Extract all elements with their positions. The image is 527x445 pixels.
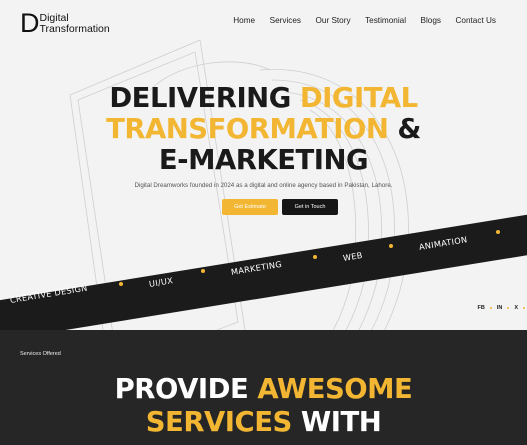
logo-mark: D [20, 8, 39, 38]
services-offered-label: Services Offered [20, 351, 61, 357]
services-title: PROVIDE AWESOME SERVICES WITH [0, 373, 527, 439]
instagram-link[interactable]: IN [497, 305, 503, 311]
nav-services[interactable]: Services [270, 16, 301, 25]
main-nav: Home Services Our Story Testimonial Blog… [219, 16, 496, 25]
services-title-services: SERVICES [145, 406, 293, 438]
nav-home[interactable]: Home [233, 16, 255, 25]
headline-ampersand: & [388, 113, 421, 145]
nav-contact-us[interactable]: Contact Us [456, 16, 497, 25]
logo-line-2: Transformation [39, 23, 110, 35]
services-title-provide: PROVIDE [114, 373, 258, 405]
services-title-awesome: AWESOME [257, 373, 413, 405]
nav-testimonial[interactable]: Testimonial [365, 16, 406, 25]
hero-section: D Digital Transformation Home Services O… [0, 0, 527, 330]
headline-digital: DIGITAL [299, 82, 418, 114]
social-links: FB IN X [477, 305, 527, 311]
headline-emarketing: E-MARKETING [158, 144, 369, 176]
services-title-with: WITH [291, 406, 382, 438]
logo-text: Digital Transformation [40, 13, 110, 35]
services-section: Services Offered PROVIDE AWESOME SERVICE… [0, 330, 527, 445]
social-separator-dot [523, 307, 525, 309]
social-separator-dot [489, 307, 492, 309]
get-in-touch-button[interactable]: Get in Touch [282, 199, 338, 215]
headline-delivering: DELIVERING [109, 82, 300, 114]
brand-logo[interactable]: D Digital Transformation [20, 8, 110, 38]
nav-blogs[interactable]: Blogs [421, 16, 441, 25]
hero-subtitle: Digital Dreamworks founded in 2024 as a … [134, 182, 393, 189]
x-link[interactable]: X [514, 305, 518, 311]
get-estimate-button[interactable]: Get Estimate [222, 199, 278, 215]
social-separator-dot [507, 307, 510, 309]
services-ticker-band [0, 204, 527, 330]
facebook-link[interactable]: FB [477, 305, 484, 311]
nav-our-story[interactable]: Our Story [316, 16, 351, 25]
hero-headline: DELIVERING DIGITAL TRANSFORMATION & E-MA… [0, 83, 527, 176]
headline-transformation: TRANSFORMATION [106, 113, 389, 145]
